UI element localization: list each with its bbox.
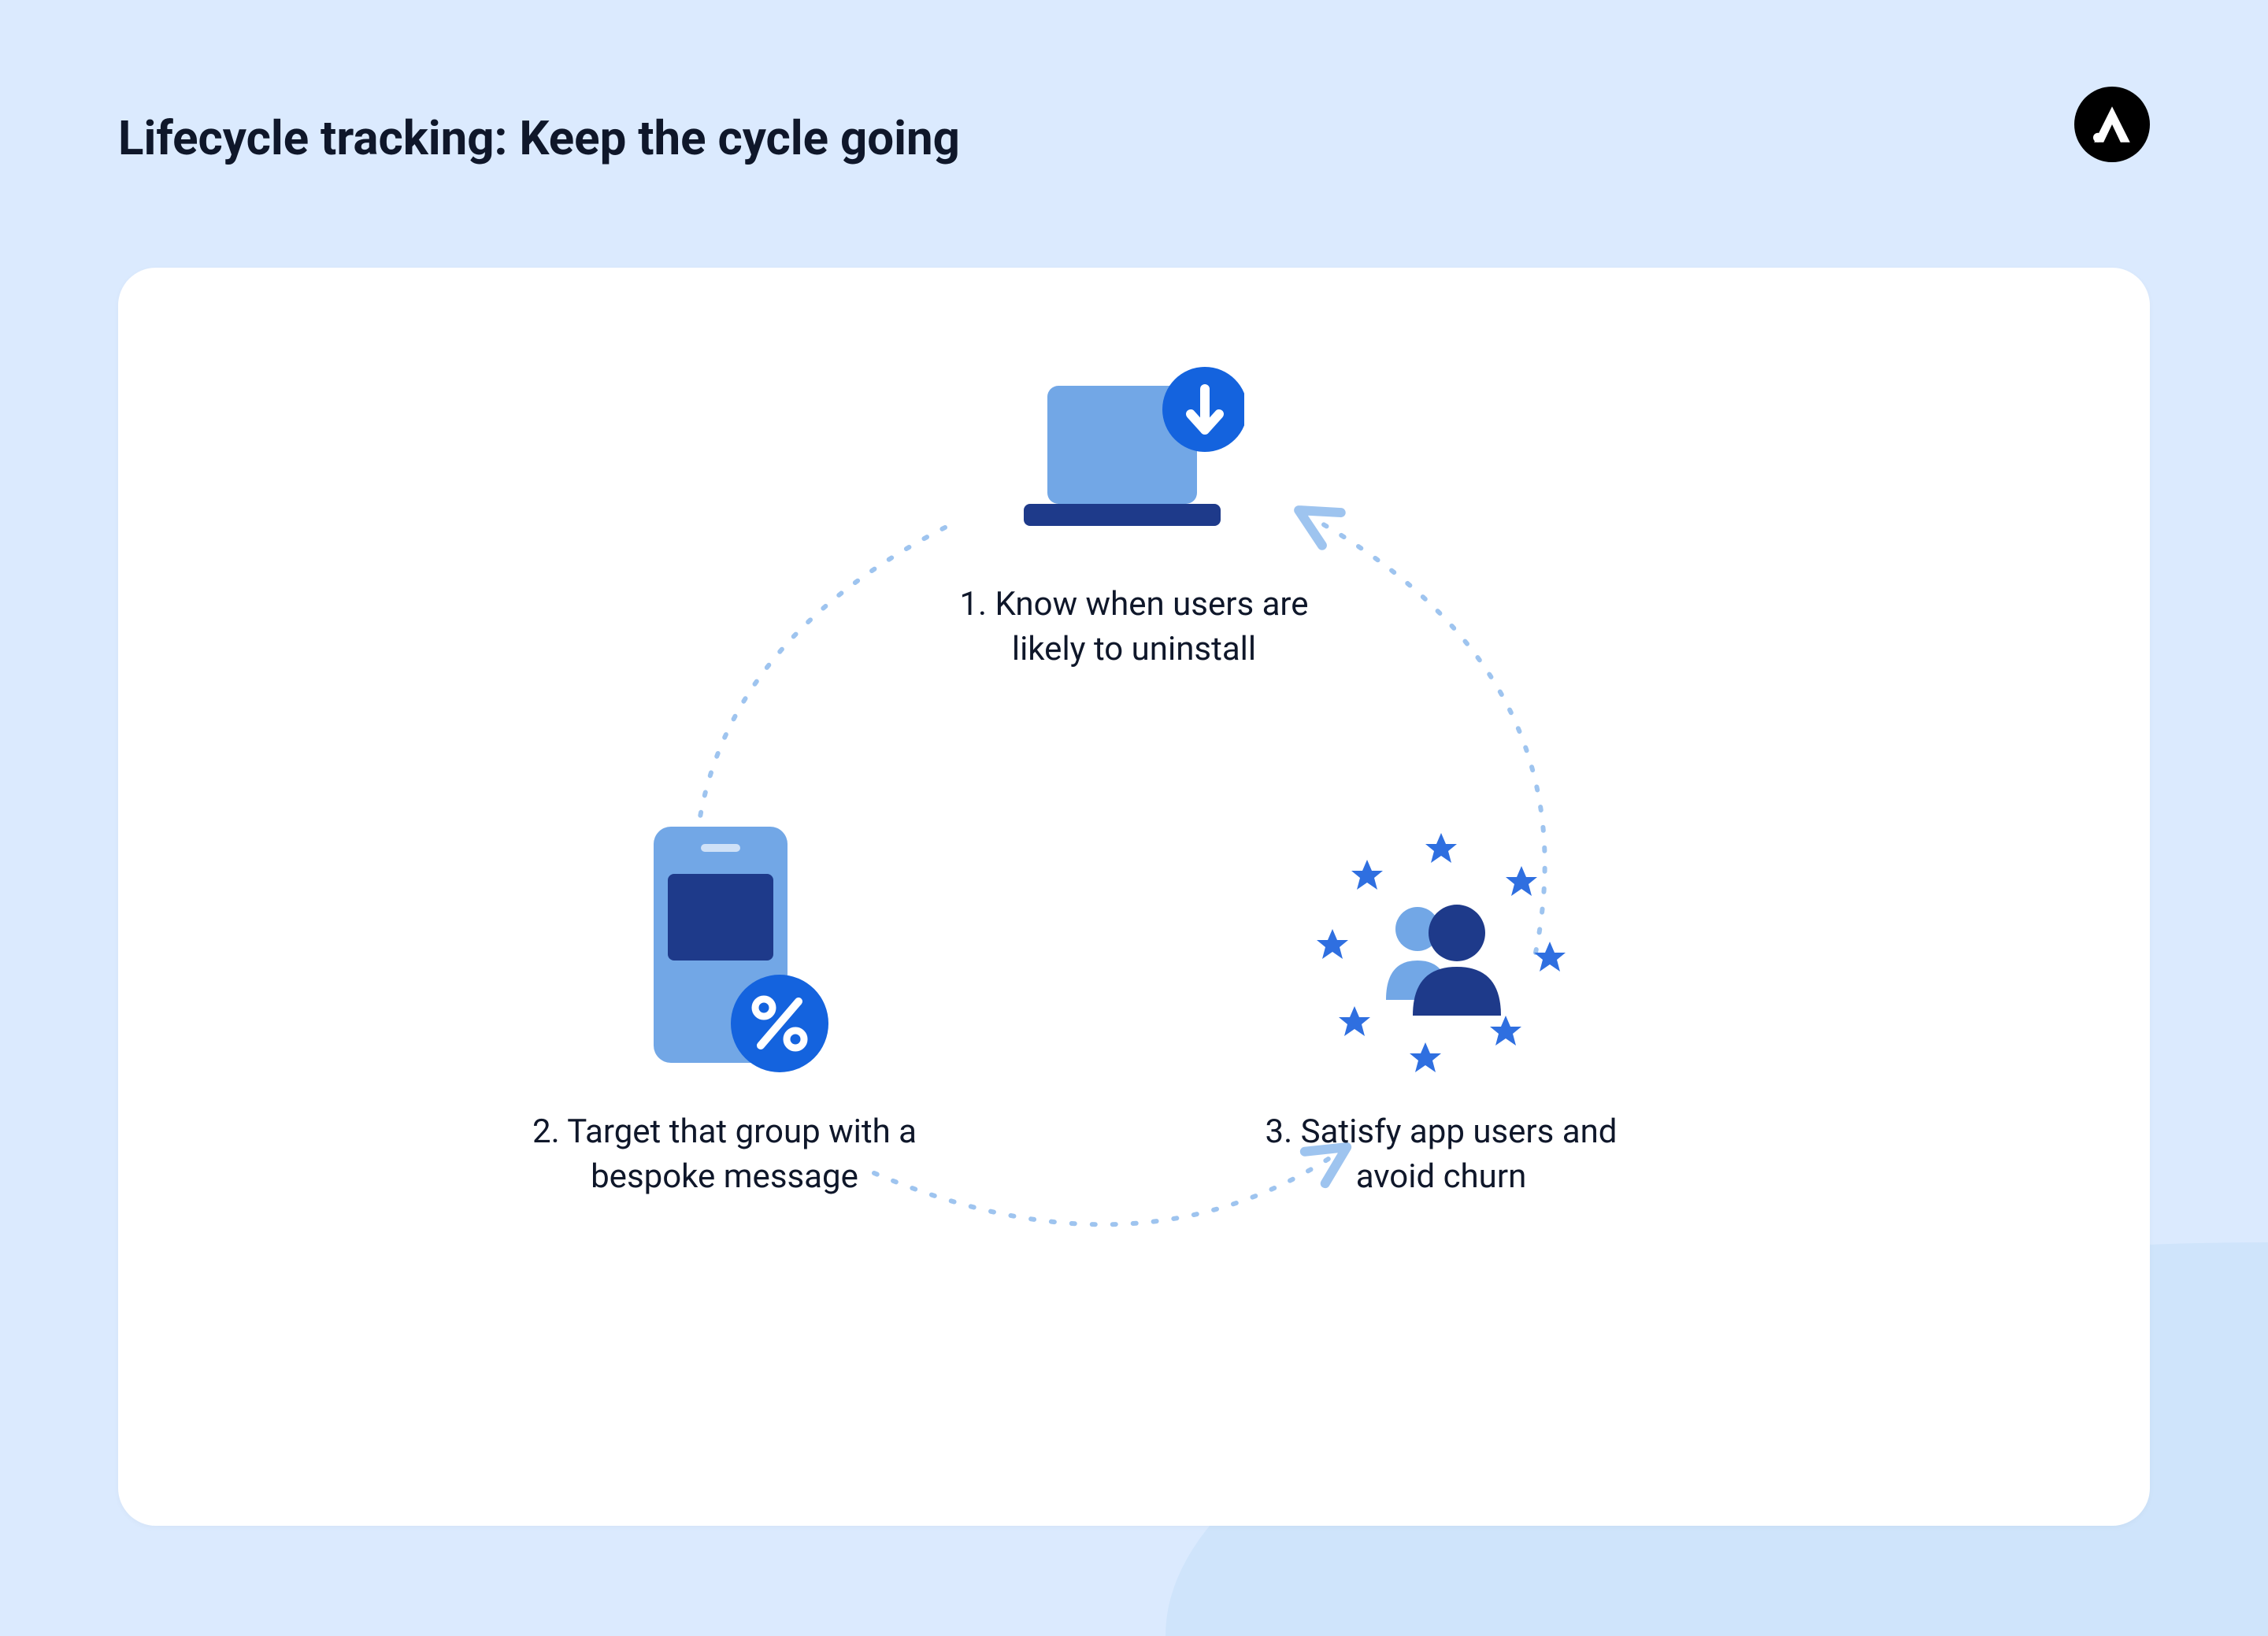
page: Lifecycle tracking: Keep the cycle going bbox=[0, 0, 2268, 1636]
brand-logo-icon bbox=[2088, 101, 2136, 148]
step-2-label: 2. Target that group with a bespoke mess… bbox=[520, 1110, 929, 1199]
brand-logo bbox=[2074, 87, 2150, 162]
cycle-diagram: 1. Know when users are likely to uninsta… bbox=[118, 268, 2150, 1526]
step-1-label: 1. Know when users are likely to uninsta… bbox=[929, 583, 1339, 672]
step-3-label: 3. Satisfy app users and avoid churn bbox=[1236, 1110, 1646, 1199]
step-3-illustration bbox=[1299, 819, 1583, 1090]
phone-message-icon bbox=[606, 819, 843, 1086]
satisfied-users-icon bbox=[1299, 819, 1583, 1086]
step-1-illustration bbox=[1008, 362, 1244, 570]
page-title: Lifecycle tracking: Keep the cycle going bbox=[118, 110, 960, 166]
content-card: 1. Know when users are likely to uninsta… bbox=[118, 268, 2150, 1526]
laptop-uninstall-icon bbox=[1008, 362, 1244, 567]
step-2-illustration bbox=[606, 819, 843, 1090]
